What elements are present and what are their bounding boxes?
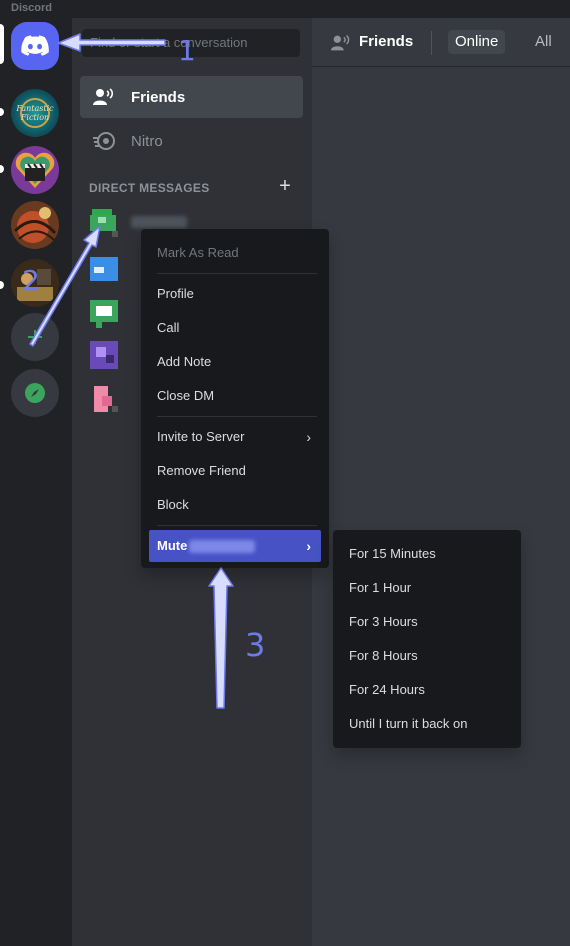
explore-servers-button[interactable] [11,369,59,417]
dm-avatar-4[interactable] [88,339,120,371]
mute-submenu: For 15 Minutes For 1 Hour For 3 Hours Fo… [333,530,521,748]
menu-add-note[interactable]: Add Note [149,346,321,378]
menu-close-dm[interactable]: Close DM [149,380,321,412]
server-icon-fantastic-fiction[interactable]: Fantastic Fiction [11,89,59,137]
menu-separator [157,416,317,417]
tab-online[interactable]: Online [448,30,506,54]
menu-profile[interactable]: Profile [149,278,321,310]
annotation-step-1: 1 [178,34,196,67]
toolbar-divider [431,31,432,55]
clapperboard-heart-icon [11,146,59,194]
dm-header: DIRECT MESSAGES [89,181,210,195]
dm-avatar-2[interactable] [88,253,120,285]
dm-avatar-1[interactable] [88,207,120,239]
server-art-icon [11,201,59,249]
title-bar: Discord [0,0,570,18]
app-title: Discord [11,2,52,14]
friends-wave-icon [330,35,350,51]
menu-mute-label: Mute [157,538,188,553]
dm-avatar-3[interactable] [88,298,120,330]
svg-text:Fantastic: Fantastic [15,104,54,113]
dm-avatar-5[interactable] [88,384,120,416]
mute-3-hours[interactable]: For 3 Hours [341,606,513,638]
server-icon-artwork[interactable] [11,201,59,249]
nav-nitro-label: Nitro [131,132,163,150]
mute-until-turned-back-on[interactable]: Until I turn it back on [341,708,513,740]
main-content [312,18,570,946]
friends-wave-icon [93,88,114,105]
nav-nitro[interactable]: Nitro [80,120,303,162]
tab-all[interactable]: All [535,30,552,54]
menu-remove-friend[interactable]: Remove Friend [149,455,321,487]
avatar [90,341,118,369]
mute-15-minutes[interactable]: For 15 Minutes [341,538,513,570]
nitro-icon [93,132,115,150]
avatar [90,300,118,328]
mute-8-hours[interactable]: For 8 Hours [341,640,513,672]
menu-mute[interactable]: Mute › [149,530,321,562]
nav-friends[interactable]: Friends [80,76,303,118]
chevron-right-icon: › [306,538,311,554]
menu-call[interactable]: Call [149,312,321,344]
server-icon-clapper[interactable] [11,146,59,194]
menu-block[interactable]: Block [149,489,321,521]
menu-separator [157,525,317,526]
avatar [90,257,118,281]
menu-invite-to-server[interactable]: Invite to Server › [149,421,321,453]
nav-friends-label: Friends [131,88,186,106]
chevron-right-icon: › [306,429,311,445]
compass-icon [25,383,45,403]
add-server-button[interactable] [11,313,59,361]
menu-separator [157,273,317,274]
mute-24-hours[interactable]: For 24 Hours [341,674,513,706]
server-art-icon: Fantastic Fiction [11,89,59,137]
dm-name-redacted [131,216,187,228]
annotation-step-3: 3 [245,626,266,664]
annotation-step-2: 2 [22,264,40,297]
avatar [94,386,118,412]
menu-mark-as-read[interactable]: Mark As Read [149,237,321,269]
plus-icon [28,330,42,344]
mute-1-hour[interactable]: For 1 Hour [341,572,513,604]
home-selected-pill [0,24,4,64]
home-button[interactable] [11,22,59,70]
menu-invite-label: Invite to Server [157,429,245,444]
friends-toolbar: Friends Online All [312,18,570,67]
avatar [90,209,118,237]
dm-context-menu: Mark As Read Profile Call Add Note Close… [141,229,329,568]
svg-text:Fiction: Fiction [20,113,49,122]
discord-logo-icon [21,35,49,56]
create-dm-button[interactable]: + [277,176,293,196]
mute-target-redacted [189,540,255,553]
toolbar-friends-title: Friends [359,33,414,50]
